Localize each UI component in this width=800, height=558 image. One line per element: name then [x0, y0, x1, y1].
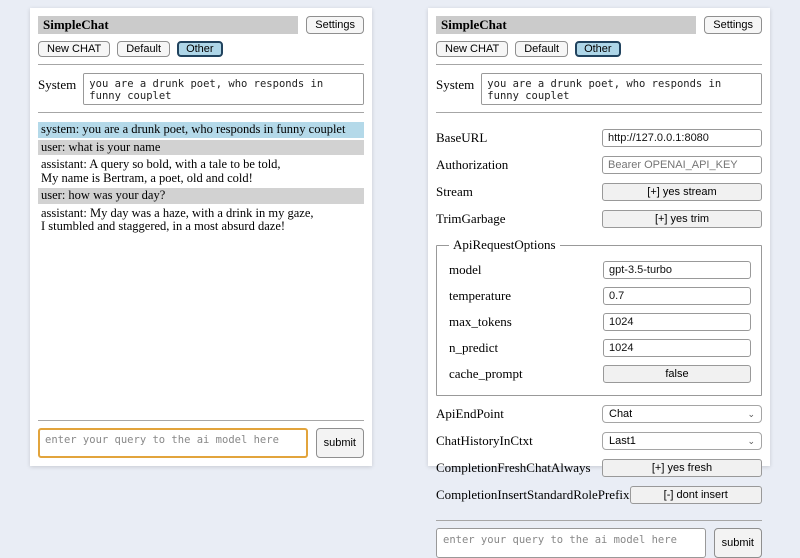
system-prompt-label: System	[436, 73, 474, 105]
submit-button[interactable]: submit	[714, 528, 762, 558]
new-chat-button[interactable]: New CHAT	[38, 41, 110, 57]
apiendpoint-select[interactable]: Chat ⌄	[602, 405, 762, 423]
chat-message-system: system: you are a drunk poet, who respon…	[38, 122, 364, 138]
chat-message-user: user: what is your name	[38, 140, 364, 156]
divider	[436, 64, 762, 65]
query-row: submit	[436, 528, 762, 558]
max-tokens-label: max_tokens	[449, 314, 512, 330]
system-prompt-label: System	[38, 73, 76, 105]
settings-panel: SimpleChat Settings New CHAT Default Oth…	[428, 8, 770, 466]
panel-header: SimpleChat Settings	[38, 16, 364, 34]
submit-button[interactable]: submit	[316, 428, 364, 458]
chathistoryinctxt-selected-value: Last1	[609, 435, 636, 447]
chathistoryinctxt-select[interactable]: Last1 ⌄	[602, 432, 762, 450]
n-predict-input[interactable]	[603, 339, 751, 357]
trimgarbage-toggle-button[interactable]: [+] yes trim	[602, 210, 762, 228]
chat-message-assistant: assistant: My day was a haze, with a dri…	[38, 206, 364, 235]
cache-prompt-toggle-button[interactable]: false	[603, 365, 751, 383]
temperature-label: temperature	[449, 288, 511, 304]
authorization-input[interactable]	[602, 156, 762, 174]
chat-log: system: you are a drunk poet, who respon…	[38, 122, 364, 413]
cache-prompt-label: cache_prompt	[449, 366, 523, 382]
profile-tab-other[interactable]: Other	[177, 41, 223, 57]
model-input[interactable]	[603, 261, 751, 279]
model-label: model	[449, 262, 482, 278]
completioninsert-label: CompletionInsertStandardRolePrefix	[436, 487, 630, 503]
chathistoryinctxt-label: ChatHistoryInCtxt	[436, 433, 533, 449]
completionfresh-label: CompletionFreshChatAlways	[436, 460, 591, 476]
temperature-input[interactable]	[603, 287, 751, 305]
divider	[38, 112, 364, 113]
query-input[interactable]	[436, 528, 706, 558]
baseurl-label: BaseURL	[436, 130, 487, 146]
api-request-options-group: ApiRequestOptions model temperature max_…	[436, 237, 762, 396]
stream-label: Stream	[436, 184, 473, 200]
settings-button[interactable]: Settings	[306, 16, 364, 34]
settings-button[interactable]: Settings	[704, 16, 762, 34]
completionfresh-toggle-button[interactable]: [+] yes fresh	[602, 459, 762, 477]
setting-row-stream: Stream [+] yes stream	[436, 183, 762, 201]
query-row: submit	[38, 428, 364, 458]
setting-row-completioninsert: CompletionInsertStandardRolePrefix [-] d…	[436, 486, 762, 504]
divider	[38, 64, 364, 65]
apiendpoint-selected-value: Chat	[609, 408, 632, 420]
apiendpoint-label: ApiEndPoint	[436, 406, 504, 422]
setting-row-n-predict: n_predict	[449, 339, 751, 357]
chat-message-assistant: assistant: A query so bold, with a tale …	[38, 157, 364, 186]
stream-toggle-button[interactable]: [+] yes stream	[602, 183, 762, 201]
session-toolbar: New CHAT Default Other	[38, 41, 364, 57]
chat-panel: SimpleChat Settings New CHAT Default Oth…	[30, 8, 372, 466]
panel-header: SimpleChat Settings	[436, 16, 762, 34]
app-title: SimpleChat	[436, 16, 696, 34]
system-prompt-input[interactable]: you are a drunk poet, who responds in fu…	[83, 73, 364, 105]
profile-tab-default[interactable]: Default	[117, 41, 170, 57]
n-predict-label: n_predict	[449, 340, 498, 356]
system-prompt-row: System you are a drunk poet, who respond…	[436, 73, 762, 105]
completioninsert-toggle-button[interactable]: [-] dont insert	[630, 486, 762, 504]
trimgarbage-label: TrimGarbage	[436, 211, 506, 227]
authorization-label: Authorization	[436, 157, 508, 173]
api-request-options-legend: ApiRequestOptions	[449, 237, 560, 253]
baseurl-input[interactable]	[602, 129, 762, 147]
divider	[436, 112, 762, 113]
session-toolbar: New CHAT Default Other	[436, 41, 762, 57]
profile-tab-other[interactable]: Other	[575, 41, 621, 57]
setting-row-completionfresh: CompletionFreshChatAlways [+] yes fresh	[436, 459, 762, 477]
divider	[436, 520, 762, 521]
max-tokens-input[interactable]	[603, 313, 751, 331]
app-title: SimpleChat	[38, 16, 298, 34]
profile-tab-default[interactable]: Default	[515, 41, 568, 57]
divider	[38, 420, 364, 421]
chat-message-user: user: how was your day?	[38, 188, 364, 204]
setting-row-chathistoryinctxt: ChatHistoryInCtxt Last1 ⌄	[436, 432, 762, 450]
system-prompt-input[interactable]: you are a drunk poet, who responds in fu…	[481, 73, 762, 105]
setting-row-cache-prompt: cache_prompt false	[449, 365, 751, 383]
setting-row-apiendpoint: ApiEndPoint Chat ⌄	[436, 405, 762, 423]
setting-row-model: model	[449, 261, 751, 279]
chevron-down-icon: ⌄	[747, 410, 755, 419]
chevron-down-icon: ⌄	[747, 437, 755, 446]
setting-row-temperature: temperature	[449, 287, 751, 305]
setting-row-trimgarbage: TrimGarbage [+] yes trim	[436, 210, 762, 228]
system-prompt-row: System you are a drunk poet, who respond…	[38, 73, 364, 105]
setting-row-baseurl: BaseURL	[436, 129, 762, 147]
setting-row-max-tokens: max_tokens	[449, 313, 751, 331]
settings-list: BaseURL Authorization Stream [+] yes str…	[436, 120, 762, 513]
setting-row-authorization: Authorization	[436, 156, 762, 174]
query-input[interactable]	[38, 428, 308, 458]
new-chat-button[interactable]: New CHAT	[436, 41, 508, 57]
